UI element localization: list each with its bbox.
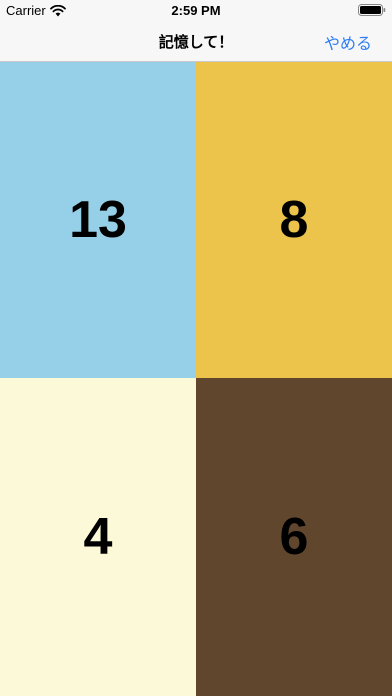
tile-number: 6 [279,508,309,566]
battery-icon [358,4,386,16]
tile-top-left[interactable]: 13 [0,62,196,378]
tile-bottom-right[interactable]: 6 [196,378,392,696]
status-bar: Carrier 2:59 PM [0,0,392,20]
status-time: 2:59 PM [171,3,221,18]
tile-grid: 13 8 4 6 [0,62,392,696]
quit-button[interactable]: やめる [324,30,372,54]
tile-number: 13 [69,191,127,249]
tile-number: 4 [83,508,113,566]
tile-bottom-left[interactable]: 4 [0,378,196,696]
tile-top-right[interactable]: 8 [196,62,392,378]
tile-number: 8 [279,191,309,249]
navigation-bar: 記憶して！ やめる [0,20,392,62]
